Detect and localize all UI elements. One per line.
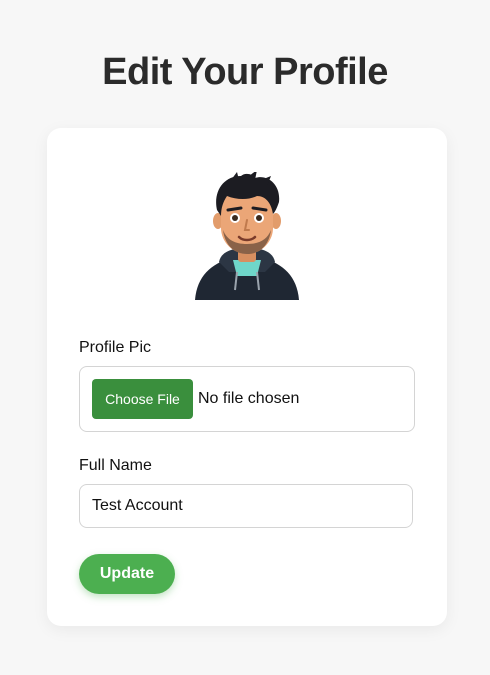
update-button[interactable]: Update: [79, 554, 175, 594]
avatar: [191, 170, 303, 302]
profile-card: Profile Pic Choose File No file chosen F…: [47, 128, 447, 626]
edit-profile-page: Edit Your Profile Profile Pic Choose Fil…: [0, 0, 490, 675]
avatar-icon: [195, 170, 299, 300]
page-title: Edit Your Profile: [102, 51, 388, 93]
profile-pic-label: Profile Pic: [79, 339, 152, 356]
file-status-text: No file chosen: [198, 390, 300, 407]
profile-pic-file-input[interactable]: Choose File No file chosen: [79, 366, 415, 432]
full-name-label: Full Name: [79, 457, 152, 474]
choose-file-button[interactable]: Choose File: [92, 379, 193, 419]
full-name-input[interactable]: [79, 484, 413, 528]
